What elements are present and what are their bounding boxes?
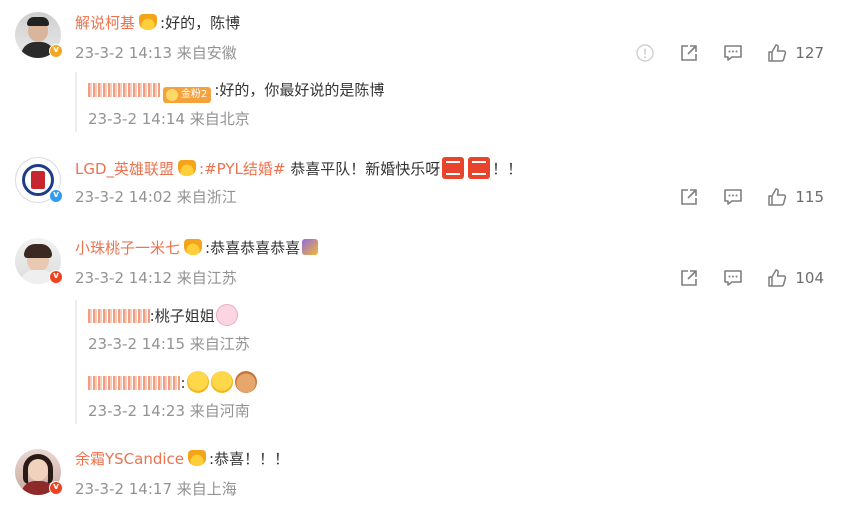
- username-link[interactable]: 余霜YSCandice: [75, 450, 184, 468]
- comment-line: 小珠桃子一米七 :恭喜恭喜恭喜: [75, 238, 319, 258]
- crying-emoji-icon: [186, 371, 209, 393]
- location: 来自北京: [189, 110, 250, 128]
- crown-icon: [178, 160, 197, 176]
- crown-icon: [139, 14, 158, 30]
- comment-line: 解说柯基 :好的，陈博: [75, 13, 240, 33]
- username-link[interactable]: 小珠桃子一米七: [75, 239, 180, 257]
- reply-meta: 23-3-2 14:23 来自河南: [88, 401, 250, 421]
- timestamp: 23-3-2 14:13: [75, 44, 172, 62]
- double-happiness-icon: [442, 157, 465, 179]
- topic-tag-link[interactable]: :#PYL结婚#: [199, 160, 285, 178]
- location: 来自江苏: [189, 335, 250, 353]
- comment-meta: 23-3-2 14:13 来自安徽: [75, 43, 237, 63]
- double-happiness-icon: [468, 157, 491, 179]
- share-icon[interactable]: [679, 187, 699, 207]
- comment-meta: 23-3-2 14:02 来自浙江: [75, 187, 237, 207]
- comment-meta: 23-3-2 14:12 来自江苏: [75, 268, 237, 288]
- comment-text-end: ！！: [492, 160, 523, 178]
- like-icon[interactable]: [767, 268, 787, 288]
- comment-text: :好的，陈博: [160, 14, 241, 32]
- reply-text: :好的，你最好说的是陈博: [214, 81, 385, 99]
- crying-emoji-icon: [210, 371, 233, 393]
- verified-badge-icon: v: [49, 270, 63, 284]
- location: 来自上海: [176, 480, 237, 498]
- username-link[interactable]: LGD_英雄联盟: [75, 160, 174, 178]
- comment-text: 恭喜平队！新婚快乐呀: [285, 160, 441, 178]
- reply-meta: 23-3-2 14:14 来自北京: [88, 109, 250, 129]
- comment-line: 余霜YSCandice :恭喜！！！: [75, 449, 289, 469]
- reply-meta: 23-3-2 14:15 来自江苏: [88, 334, 250, 354]
- comment-actions: 127: [611, 42, 824, 64]
- blurred-username[interactable]: XXXXXXXXX: [88, 373, 181, 393]
- share-icon[interactable]: [679, 43, 699, 63]
- like-icon[interactable]: [767, 187, 787, 207]
- crown-icon: [188, 450, 207, 466]
- avatar[interactable]: v: [15, 12, 63, 58]
- bear-emoji-icon: [234, 371, 257, 393]
- fan-badge: 金粉2: [162, 87, 212, 103]
- timestamp: 23-3-2 14:12: [75, 269, 172, 287]
- party-popper-icon: [302, 239, 319, 255]
- like-count: 127: [795, 44, 824, 62]
- reply-text: :: [180, 374, 186, 392]
- like-count: 115: [795, 188, 824, 206]
- crown-icon: [184, 239, 203, 255]
- like-icon[interactable]: [767, 43, 787, 63]
- report-icon[interactable]: [635, 43, 655, 63]
- verified-badge-icon: v: [49, 189, 63, 203]
- blurred-username[interactable]: XXXXXX: [88, 306, 150, 326]
- comment-text: :恭喜！！！: [209, 450, 290, 468]
- comment-actions: 104: [655, 267, 824, 289]
- reply-text: :桃子姐姐: [149, 307, 215, 325]
- verified-badge-icon: v: [49, 481, 63, 495]
- avatar[interactable]: v: [15, 238, 63, 284]
- reply-item: XXXXXXXXX:: [88, 371, 258, 393]
- location: 来自安徽: [176, 44, 237, 62]
- comment-meta: 23-3-2 14:17 来自上海: [75, 479, 237, 499]
- timestamp: 23-3-2 14:14: [88, 110, 185, 128]
- like-count: 104: [795, 269, 824, 287]
- username-link[interactable]: 解说柯基: [75, 14, 135, 32]
- timestamp: 23-3-2 14:02: [75, 188, 172, 206]
- reply-item: XXXXXX:桃子姐姐: [88, 304, 239, 326]
- avatar[interactable]: v: [15, 449, 63, 495]
- bunny-emoji-icon: [215, 304, 238, 326]
- comment-icon[interactable]: [723, 43, 743, 63]
- comment-text: :恭喜恭喜恭喜: [205, 239, 301, 257]
- location: 来自江苏: [176, 269, 237, 287]
- reply-list: [75, 300, 89, 424]
- avatar[interactable]: v: [15, 157, 63, 203]
- share-icon[interactable]: [679, 268, 699, 288]
- timestamp: 23-3-2 14:15: [88, 335, 185, 353]
- reply-list: [75, 72, 89, 132]
- comment-icon[interactable]: [723, 187, 743, 207]
- comment-actions: 115: [655, 186, 824, 208]
- verified-badge-icon: v: [49, 44, 63, 58]
- timestamp: 23-3-2 14:23: [88, 402, 185, 420]
- location: 来自河南: [189, 402, 250, 420]
- reply-item: XXXXXXX金粉2:好的，你最好说的是陈博: [88, 80, 384, 103]
- comment-icon[interactable]: [723, 268, 743, 288]
- comment-line: LGD_英雄联盟 :#PYL结婚# 恭喜平队！新婚快乐呀 ！！: [75, 157, 522, 179]
- location: 来自浙江: [176, 188, 237, 206]
- blurred-username[interactable]: XXXXXXX: [88, 80, 160, 100]
- timestamp: 23-3-2 14:17: [75, 480, 172, 498]
